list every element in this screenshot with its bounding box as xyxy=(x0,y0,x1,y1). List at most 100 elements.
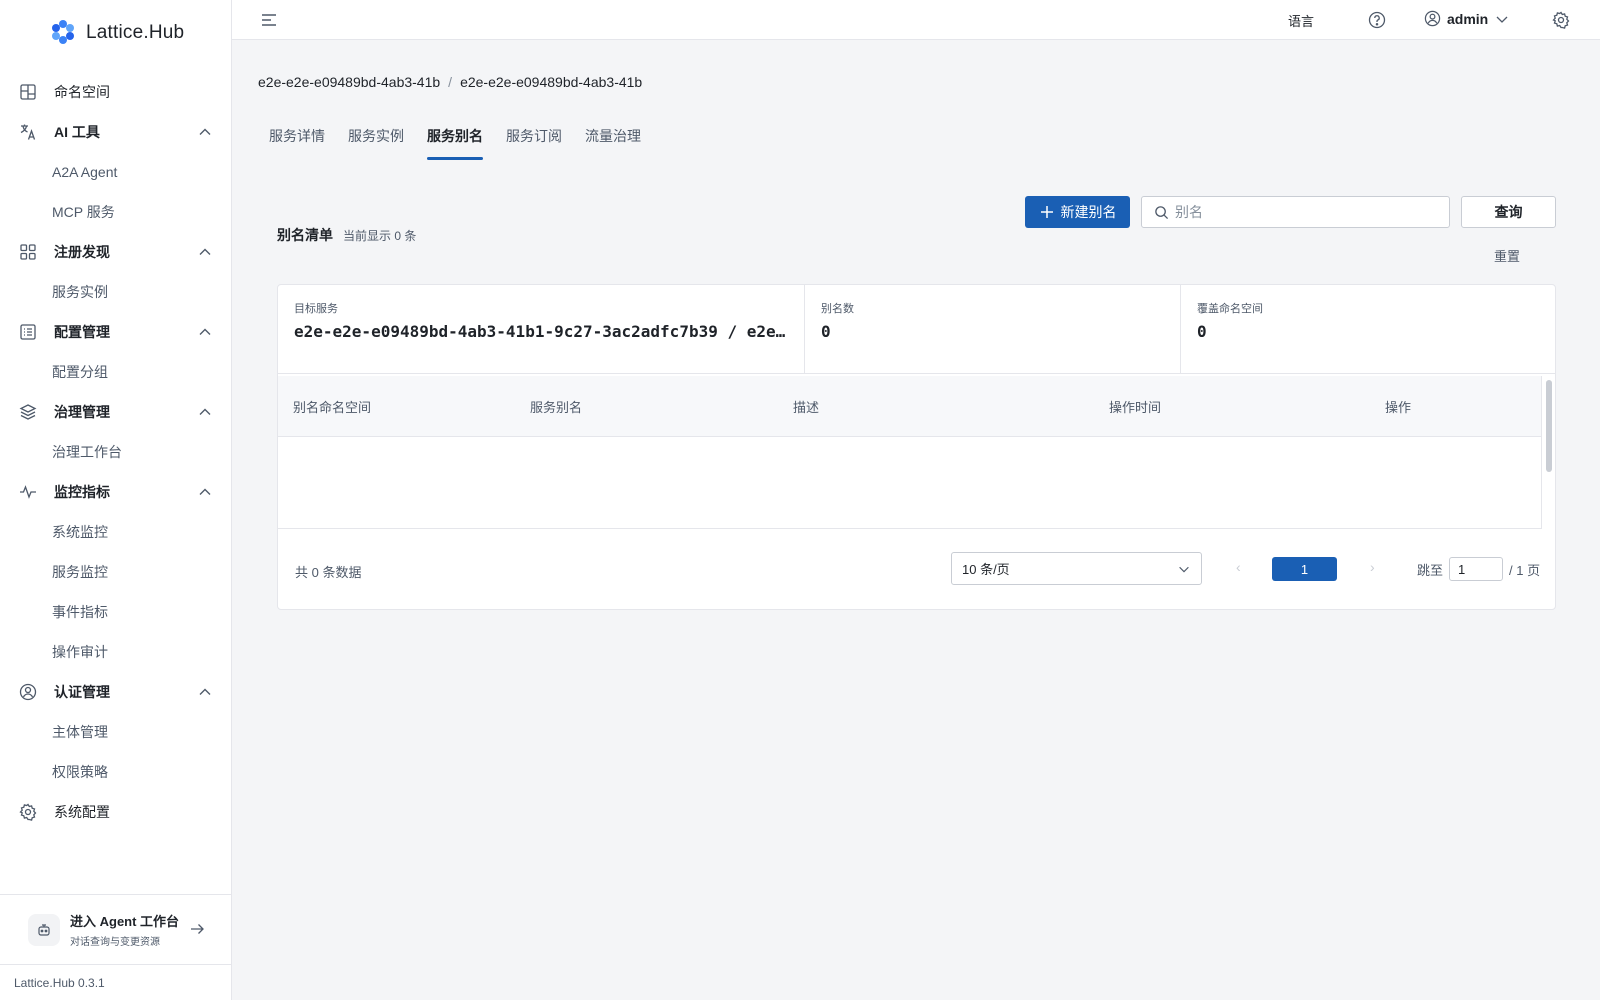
scrollbar-thumb[interactable] xyxy=(1546,380,1552,472)
arrow-right-icon xyxy=(191,924,204,934)
sidebar-item-event-metrics[interactable]: 事件指标 xyxy=(0,592,231,632)
table-body-empty xyxy=(278,437,1543,529)
stat-alias-count: 别名数 0 xyxy=(805,285,1181,374)
breadcrumb-item-namespace[interactable]: e2e-e2e-e09489bd-4ab3-41b xyxy=(258,74,440,90)
service-tabs: 服务详情 服务实例 服务别名 服务订阅 流量治理 xyxy=(258,126,653,160)
gear-icon xyxy=(18,802,38,822)
alias-search-input[interactable] xyxy=(1175,204,1435,220)
sidebar-nav: 命名空间 AI 工具 A2A Agent MCP 服务 注册发现 服务实例 配置… xyxy=(0,72,231,832)
chevron-up-icon xyxy=(199,688,211,695)
prev-page-button[interactable]: ‹ xyxy=(1236,559,1241,575)
sidebar-item-service-instances[interactable]: 服务实例 xyxy=(0,272,231,312)
sidebar-item-policies[interactable]: 权限策略 xyxy=(0,752,231,792)
sidebar-group-config[interactable]: 配置管理 xyxy=(0,312,231,352)
user-menu[interactable]: admin xyxy=(1424,10,1510,27)
user-name: admin xyxy=(1447,10,1489,27)
page-jumper: 跳至 / 1 页 xyxy=(1417,557,1540,581)
alias-list-heading: 别名清单 当前显示 0 条 xyxy=(277,225,416,245)
column-header-alias-namespace: 别名命名空间 xyxy=(293,399,372,415)
sidebar-item-system-config[interactable]: 系统配置 xyxy=(0,792,231,832)
tab-service-detail[interactable]: 服务详情 xyxy=(269,126,325,160)
topbar: 语言 admin xyxy=(232,0,1600,40)
sidebar-item-namespace[interactable]: 命名空间 xyxy=(0,72,231,112)
sidebar-item-label: AI 工具 xyxy=(54,124,100,140)
sidebar-item-audit[interactable]: 操作审计 xyxy=(0,632,231,672)
page-button-current[interactable]: 1 xyxy=(1272,557,1337,581)
sidebar-group-governance[interactable]: 治理管理 xyxy=(0,392,231,432)
sidebar-item-label: 系统配置 xyxy=(54,804,110,820)
column-header-operation-time: 操作时间 xyxy=(1109,399,1162,415)
page-total: / 1 页 xyxy=(1509,562,1541,578)
agent-entry-title: 进入 Agent 工作台 xyxy=(70,914,180,929)
chevron-down-icon xyxy=(1496,16,1508,23)
agent-workbench-entry[interactable]: 进入 Agent 工作台 对话查询与变更资源 xyxy=(0,894,231,964)
tab-service-instances[interactable]: 服务实例 xyxy=(348,126,404,160)
reset-button[interactable]: 重置 xyxy=(1494,246,1520,265)
chevron-up-icon xyxy=(199,328,211,335)
alias-search-box[interactable] xyxy=(1141,196,1450,228)
chevron-up-icon xyxy=(199,248,211,255)
tab-service-subscription[interactable]: 服务订阅 xyxy=(506,126,562,160)
agent-entry-subtitle: 对话查询与变更资源 xyxy=(70,937,160,948)
sidebar-item-label: 配置管理 xyxy=(54,324,110,340)
version-label: Lattice.Hub 0.3.1 xyxy=(0,964,231,1000)
sidebar-group-auth[interactable]: 认证管理 xyxy=(0,672,231,712)
sidebar-group-monitoring[interactable]: 监控指标 xyxy=(0,472,231,512)
stat-covered-namespaces: 覆盖命名空间 0 xyxy=(1181,285,1555,374)
sidebar-item-label: 注册发现 xyxy=(54,244,110,260)
brand[interactable]: Lattice.Hub xyxy=(50,16,184,50)
sidebar-item-label: 监控指标 xyxy=(54,484,110,500)
stat-value: 0 xyxy=(821,322,831,341)
sidebar-item-label: 认证管理 xyxy=(54,684,110,700)
robot-icon xyxy=(28,913,60,946)
stat-target-service: 目标服务 e2e-e2e-e09489bd-4ab3-41b1-9c27-3ac… xyxy=(278,285,805,374)
new-alias-button[interactable]: 新建别名 xyxy=(1025,196,1130,228)
pulse-icon xyxy=(18,482,38,502)
stat-value: 0 xyxy=(1197,322,1207,341)
page-size-select[interactable]: 10 条/页 xyxy=(951,552,1202,585)
alias-list-title: 别名清单 xyxy=(277,227,333,243)
sidebar-item-mcp-service[interactable]: MCP 服务 xyxy=(0,192,231,232)
sidebar-group-registry[interactable]: 注册发现 xyxy=(0,232,231,272)
sidebar-item-principals[interactable]: 主体管理 xyxy=(0,712,231,752)
grid-icon xyxy=(18,242,38,262)
brand-name: Lattice.Hub xyxy=(86,22,185,43)
settings-gear-icon[interactable] xyxy=(1552,11,1570,29)
table-scrollbar[interactable] xyxy=(1541,376,1555,529)
next-page-button[interactable]: › xyxy=(1370,559,1375,575)
help-icon[interactable] xyxy=(1368,11,1386,29)
tab-service-alias[interactable]: 服务别名 xyxy=(427,126,483,160)
query-button[interactable]: 查询 xyxy=(1461,196,1556,228)
alias-table: 别名命名空间 服务别名 描述 操作时间 操作 xyxy=(278,376,1543,529)
chevron-down-icon xyxy=(1179,566,1189,573)
chevron-up-icon xyxy=(199,128,211,135)
sidebar-item-config-groups[interactable]: 配置分组 xyxy=(0,352,231,392)
list-icon xyxy=(18,322,38,342)
sidebar-group-ai-tools[interactable]: AI 工具 xyxy=(0,112,231,152)
jump-label: 跳至 xyxy=(1417,562,1444,578)
sidebar-item-service-monitor[interactable]: 服务监控 xyxy=(0,552,231,592)
sidebar: Lattice.Hub 命名空间 AI 工具 A2A Agent MCP 服务 … xyxy=(0,0,232,1000)
chevron-up-icon xyxy=(199,408,211,415)
translate-icon xyxy=(18,122,38,142)
new-alias-label: 新建别名 xyxy=(1060,204,1117,220)
breadcrumb: e2e-e2e-e09489bd-4ab3-41b / e2e-e2e-e094… xyxy=(258,74,642,90)
chevron-up-icon xyxy=(199,488,211,495)
namespace-icon xyxy=(18,82,38,102)
search-icon xyxy=(1155,205,1169,219)
plus-icon xyxy=(1040,206,1053,218)
jump-page-input[interactable] xyxy=(1449,557,1504,581)
pagination: 共 0 条数据 10 条/页 ‹ 1 › 跳至 / 1 页 xyxy=(278,529,1555,609)
sidebar-item-a2a-agent[interactable]: A2A Agent xyxy=(0,152,231,192)
stat-label: 覆盖命名空间 xyxy=(1197,303,1263,315)
tab-traffic-governance[interactable]: 流量治理 xyxy=(585,126,641,160)
language-switch[interactable]: 语言 xyxy=(1288,11,1314,30)
menu-toggle-icon[interactable] xyxy=(260,11,278,29)
sidebar-item-system-monitor[interactable]: 系统监控 xyxy=(0,512,231,552)
user-avatar-icon xyxy=(1424,10,1441,27)
alias-panel: 目标服务 e2e-e2e-e09489bd-4ab3-41b1-9c27-3ac… xyxy=(277,284,1556,610)
flower-logo-icon xyxy=(50,19,76,48)
column-header-description: 描述 xyxy=(793,399,820,415)
alias-stats: 目标服务 e2e-e2e-e09489bd-4ab3-41b1-9c27-3ac… xyxy=(278,285,1555,374)
sidebar-item-governance-workbench[interactable]: 治理工作台 xyxy=(0,432,231,472)
